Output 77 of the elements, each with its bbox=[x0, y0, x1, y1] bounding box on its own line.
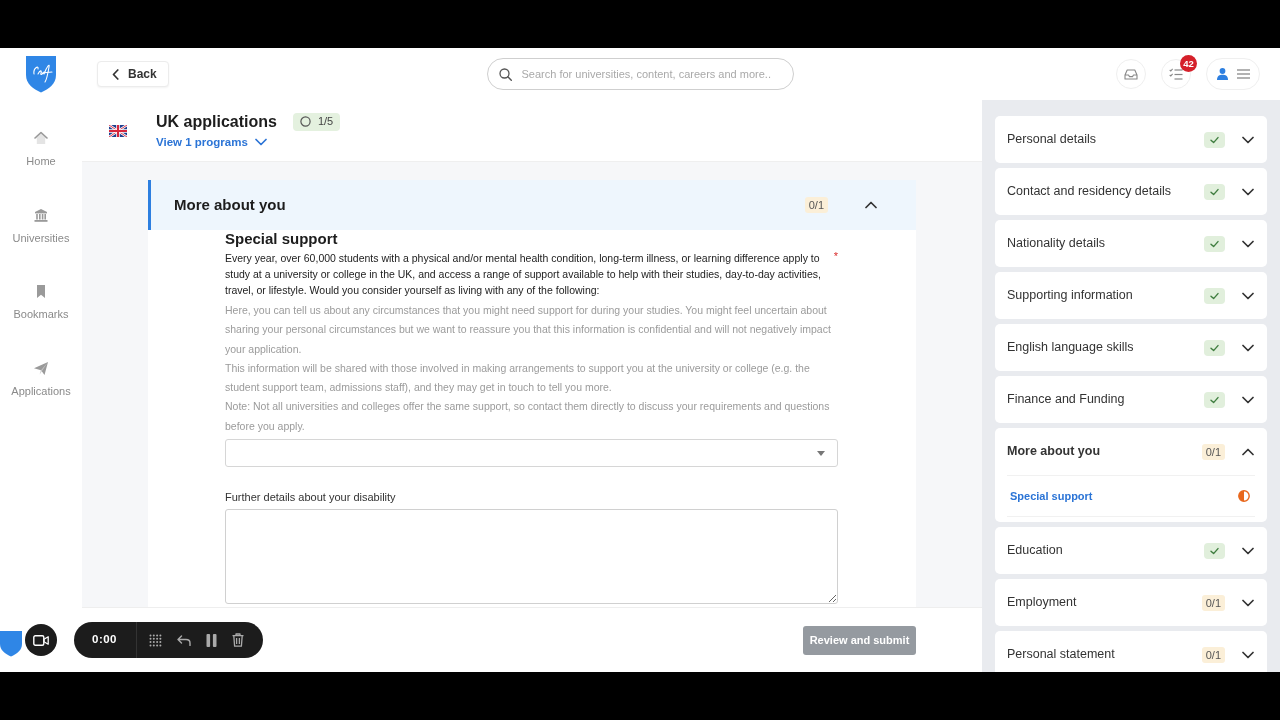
chevron-down-icon[interactable] bbox=[1242, 239, 1254, 248]
required-asterisk: * bbox=[833, 250, 838, 264]
question-heading: Special support bbox=[225, 230, 339, 248]
chevron-down-icon bbox=[254, 137, 267, 146]
chevron-down-icon[interactable] bbox=[1242, 598, 1254, 607]
step-label[interactable]: Finance and Funding bbox=[1007, 390, 1204, 409]
chevron-down-icon[interactable] bbox=[1242, 546, 1254, 555]
chevron-up-icon[interactable] bbox=[865, 201, 877, 209]
step-label[interactable]: English language skills bbox=[1007, 338, 1204, 357]
check-icon bbox=[1204, 235, 1225, 252]
checklist-icon bbox=[1169, 68, 1183, 80]
step-label[interactable]: Contact and residency details bbox=[1007, 182, 1204, 201]
help-text: Here, you can tell us about any circumstances that you might need support for during your studies. You might feel uncertain about sharing your personal circumstances but we want to reassure you that this information is confidential and will not negatively impact your application. bbox=[225, 303, 832, 357]
step-label[interactable]: Personal statement bbox=[1007, 645, 1202, 664]
search-input[interactable]: Search for universities, content, careers and more.. bbox=[521, 65, 781, 83]
check-icon bbox=[1204, 542, 1225, 559]
progress-badge: 0/1 bbox=[1201, 443, 1225, 460]
nav-link[interactable]: Bookmarks bbox=[13, 285, 69, 362]
nav-link[interactable]: Applications bbox=[11, 362, 71, 439]
substep-link[interactable]: Special support bbox=[1010, 487, 1238, 505]
shield-logo-icon bbox=[0, 630, 22, 657]
progress-badge: 0/1 bbox=[1201, 594, 1225, 611]
timer-text: 0:00 bbox=[92, 632, 119, 648]
notification-badge: 42 bbox=[1180, 55, 1197, 72]
step-label[interactable]: Personal details bbox=[1007, 130, 1204, 149]
shield-logo-icon[interactable] bbox=[25, 55, 57, 93]
help-text: Note: Not all universities and colleges offer the same support, so contact them directly to discuss your requirements and questions before you apply. bbox=[225, 399, 831, 434]
back-button[interactable]: Back bbox=[97, 61, 169, 87]
step-label[interactable]: Supporting information bbox=[1007, 286, 1204, 305]
bookmark-icon bbox=[36, 285, 46, 298]
chevron-up-icon[interactable] bbox=[1242, 447, 1254, 456]
flag-icon bbox=[109, 124, 127, 137]
check-icon bbox=[1204, 131, 1225, 148]
step-label[interactable]: More about you bbox=[1007, 442, 1202, 461]
section-title: More about you bbox=[174, 194, 287, 215]
chevron-down-icon[interactable] bbox=[1242, 135, 1254, 144]
account-menu-button[interactable] bbox=[1206, 58, 1260, 90]
programs-link[interactable]: View 1 programs bbox=[156, 133, 341, 150]
chevron-down-icon[interactable] bbox=[1242, 395, 1254, 404]
textarea-field[interactable] bbox=[225, 509, 838, 605]
page-title: UK applications bbox=[156, 111, 277, 132]
step-label[interactable]: Nationality details bbox=[1007, 234, 1204, 253]
question-text: Every year, over 60,000 students with a physical and/or mental health condition, long-term illness, or learning difference apply to study at a university or college in the UK, and access a range of support available to help with their studies, day-to-day activities, travel, or lifestyle. Would you consider yourself as living with any of the following: bbox=[225, 251, 822, 298]
step-label[interactable]: Education bbox=[1007, 541, 1204, 560]
chevron-down-icon[interactable] bbox=[1242, 650, 1254, 659]
inbox-icon bbox=[1124, 68, 1138, 80]
step-label[interactable]: Employment bbox=[1007, 593, 1202, 612]
grid-icon[interactable] bbox=[149, 633, 162, 647]
undo-icon[interactable] bbox=[177, 634, 191, 646]
caret-icon bbox=[817, 450, 825, 456]
chevron-down-icon[interactable] bbox=[1242, 291, 1254, 300]
chevron-left-icon bbox=[112, 68, 119, 80]
pause-icon[interactable] bbox=[206, 633, 217, 647]
nav-link[interactable]: Home bbox=[26, 131, 56, 208]
progress-count: 1/5 bbox=[317, 114, 334, 130]
field-label: Further details about your disability bbox=[225, 490, 397, 506]
progress-badge: 0/1 bbox=[804, 197, 828, 213]
video-camera-icon bbox=[33, 634, 49, 646]
chevron-down-icon[interactable] bbox=[1242, 343, 1254, 352]
help-text: This information will be shared with those involved in making arrangements to support you at the university or college (e.g. the student support team, admissions staff), and they may get in touch to tell you more. bbox=[225, 360, 811, 396]
chevron-down-icon[interactable] bbox=[1242, 187, 1254, 196]
check-icon bbox=[1204, 183, 1225, 200]
circle-icon bbox=[299, 116, 311, 127]
check-icon bbox=[1204, 391, 1225, 408]
user-icon bbox=[1216, 68, 1228, 80]
trash-icon[interactable] bbox=[232, 633, 244, 647]
progress-badge: 0/1 bbox=[1201, 646, 1225, 663]
half-circle-icon bbox=[1238, 490, 1250, 502]
check-icon bbox=[1204, 339, 1225, 356]
search-icon bbox=[498, 67, 512, 81]
check-icon bbox=[1204, 287, 1225, 304]
nav-link[interactable]: Universities bbox=[12, 208, 70, 285]
home-icon bbox=[34, 131, 48, 145]
menu-icon bbox=[1236, 69, 1250, 79]
bank-icon bbox=[34, 208, 48, 222]
paper-plane-icon bbox=[34, 362, 48, 375]
select-field[interactable] bbox=[225, 439, 838, 468]
